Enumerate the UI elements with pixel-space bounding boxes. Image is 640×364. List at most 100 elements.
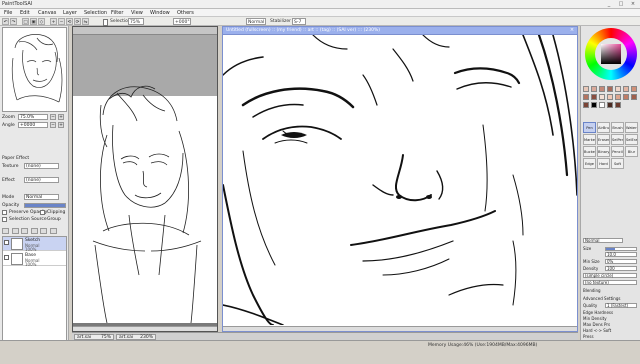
size-value[interactable]: 10.0 [605,252,637,257]
undo-icon[interactable]: ↶ [2,18,9,25]
color-swatch[interactable] [631,86,637,92]
menu-view[interactable]: View [131,10,143,16]
angle-plus-button[interactable]: + [58,122,64,128]
deselect-icon[interactable]: □ [22,18,29,25]
tool-eraser[interactable]: Eraser [597,134,610,145]
advanced-settings-label[interactable]: Advanced Settings [583,296,620,302]
color-wheel[interactable] [585,28,637,80]
show-selection-icon[interactable]: ◇ [38,18,45,25]
close-icon[interactable]: × [569,28,575,33]
zoom-out-icon[interactable]: − [58,18,65,25]
color-swatch[interactable] [607,86,613,92]
zoom-minus-button[interactable]: − [50,114,56,120]
tool-seleras[interactable]: SelEras [625,134,638,145]
menu-selection[interactable]: Selection [84,10,107,16]
color-swatch[interactable] [583,102,589,108]
overview-scrollbar[interactable] [73,326,217,331]
color-swatch[interactable] [599,94,605,100]
zoomed-scrollbar[interactable] [223,326,577,331]
new-linework-layer-icon[interactable] [11,228,19,234]
close-button[interactable]: × [628,1,638,7]
new-layer-icon[interactable] [2,228,9,234]
brush-blend-select[interactable]: Normal [583,238,623,243]
color-swatch[interactable] [599,102,605,108]
layer-row[interactable]: Base Normal 100% [3,252,66,267]
stabilizer-select[interactable]: S-7 [292,18,306,25]
color-swatch[interactable] [631,94,637,100]
color-swatch[interactable] [615,102,621,108]
redo-icon[interactable]: ↷ [10,18,17,25]
minimize-button[interactable]: _ [604,1,614,7]
zoom-field[interactable]: 75% [128,18,144,25]
overview-canvas[interactable] [73,35,217,323]
zoom-in-icon[interactable]: + [50,18,57,25]
mode-select[interactable]: Normal [246,18,266,25]
menu-edit[interactable]: Edit [20,10,30,16]
rotate-right-icon[interactable]: ⟳ [74,18,81,25]
tool-pen[interactable]: Pen [583,122,596,133]
angle-minus-button[interactable]: − [50,122,56,128]
menu-others[interactable]: Others [177,10,194,16]
menu-canvas[interactable]: Canvas [38,10,56,16]
tool-airbrush[interactable]: AirBrush [597,122,610,133]
color-swatch[interactable] [615,86,621,92]
color-swatch[interactable] [607,94,613,100]
preserve-opacity-checkbox[interactable] [2,210,7,215]
zoom-plus-button[interactable]: + [58,114,64,120]
menu-filter[interactable]: Filter [111,10,123,16]
effect-select[interactable]: (none) [24,177,59,183]
color-swatch[interactable] [591,102,597,108]
new-folder-icon[interactable] [21,228,29,234]
menu-layer[interactable]: Layer [63,10,77,16]
tool-blur[interactable]: Blur [625,146,638,157]
texture-select[interactable]: (none) [24,163,59,169]
clear-layer-icon[interactable] [40,228,48,234]
color-swatch[interactable] [607,102,613,108]
invert-selection-icon[interactable]: ▣ [30,18,37,25]
brush-texture-select[interactable]: (no texture) [583,280,637,285]
min-size-value[interactable]: 0% [605,259,637,264]
tool-pencil[interactable]: Pencil [611,146,624,157]
zoomed-canvas[interactable] [223,35,577,325]
tool-selpen[interactable]: SelPen [611,134,624,145]
tool-hard[interactable]: Hard [597,158,610,169]
quality-value[interactable]: 1 (Fastest) [605,303,637,308]
angle-value[interactable]: +0000 [18,122,48,128]
tool-binary[interactable]: Binary [597,146,610,157]
tool-brush[interactable]: Brush [611,122,624,133]
rotate-left-icon[interactable]: ⟲ [66,18,73,25]
blend-mode-select[interactable]: Normal [24,194,59,200]
layer-row[interactable]: Sketch Normal 100% [3,237,66,252]
color-swatch[interactable] [599,86,605,92]
color-swatch[interactable] [623,86,629,92]
color-swatch[interactable] [615,94,621,100]
delete-layer-icon[interactable] [49,228,57,234]
flip-icon[interactable]: ⇋ [82,18,89,25]
maximize-button[interactable]: □ [616,1,626,7]
clipping-group-checkbox[interactable] [40,210,45,215]
color-swatch[interactable] [583,86,589,92]
brush-shape-select[interactable]: (simple circle) [583,273,637,278]
color-swatch[interactable] [591,86,597,92]
eye-icon[interactable] [4,240,9,245]
selection-checkbox[interactable] [103,19,108,26]
color-swatch[interactable] [591,94,597,100]
size-slider[interactable] [605,247,637,251]
selection-source-checkbox[interactable] [2,217,7,222]
color-swatch[interactable] [583,94,589,100]
navigator-preview[interactable] [2,27,67,112]
angle-field[interactable]: +000° [173,18,191,25]
saturation-value-square[interactable] [601,44,621,64]
color-swatch[interactable] [623,94,629,100]
tool-marker[interactable]: Marker [583,134,596,145]
opacity-slider[interactable] [24,203,66,208]
zoom-value[interactable]: 75.0% [18,114,48,120]
merge-down-icon[interactable] [30,228,38,234]
tool-soft[interactable]: Soft [611,158,624,169]
tool-watercolor[interactable]: WaterColor [625,122,638,133]
density-value[interactable]: 100 [605,266,637,271]
tool-bucket[interactable]: Bucket [583,146,596,157]
eye-icon[interactable] [4,255,9,260]
menu-window[interactable]: Window [150,10,170,16]
menu-file[interactable]: File [4,10,12,16]
